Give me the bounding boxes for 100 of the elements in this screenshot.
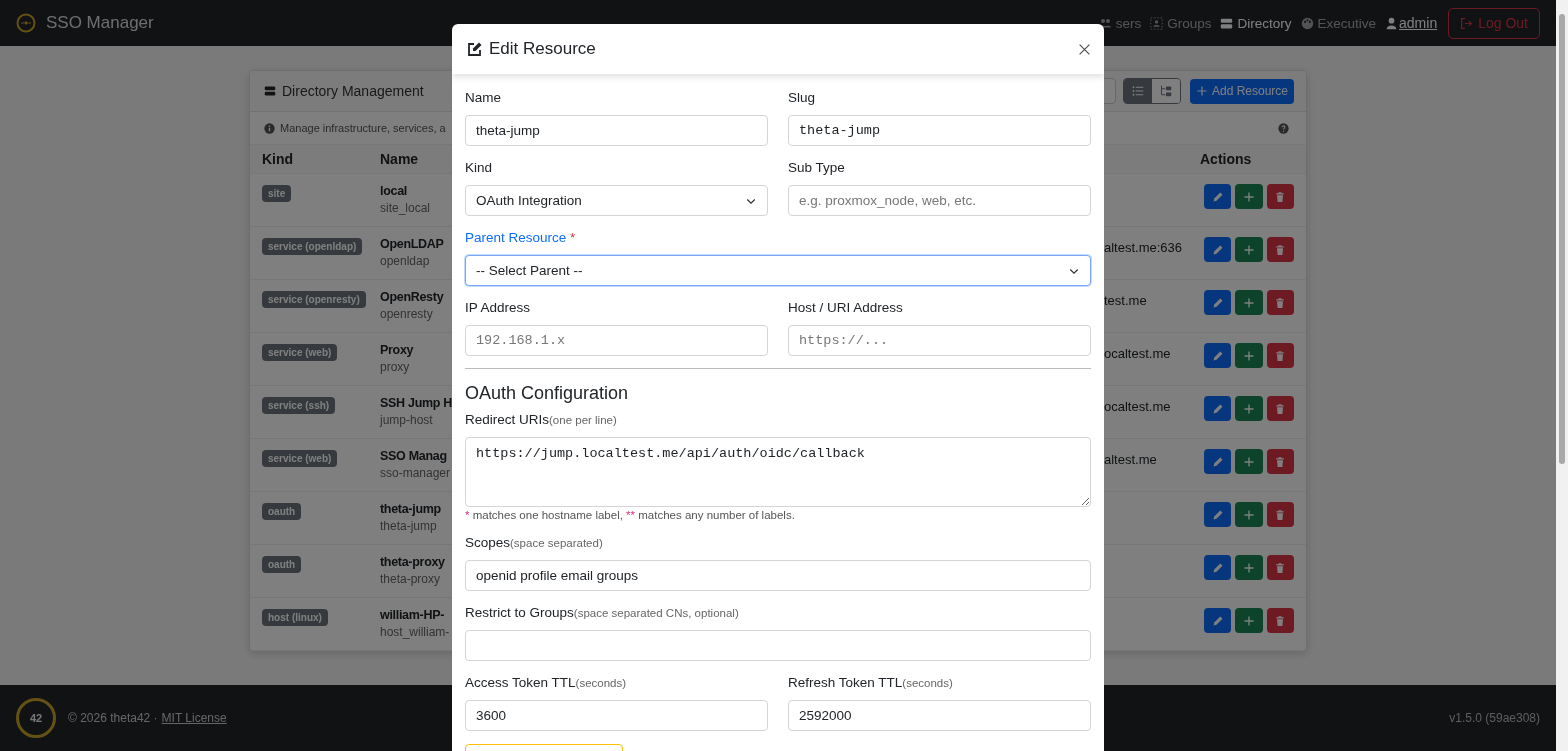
input-field[interactable]: theta-jump: [465, 115, 768, 146]
trash-icon: [1274, 243, 1287, 256]
add-child-button[interactable]: [1235, 608, 1263, 633]
field-label: Scopes(space separated): [465, 534, 603, 552]
server-icon: [264, 85, 276, 97]
trash-icon: [1274, 190, 1287, 203]
delete-button[interactable]: [1266, 502, 1294, 527]
resource-name: OpenResty: [380, 290, 444, 304]
plus-icon: [1243, 455, 1255, 468]
resource-slug: openresty: [380, 307, 433, 321]
resource-slug: theta-proxy: [380, 572, 441, 586]
input-field[interactable]: https://...: [788, 325, 1091, 356]
list-icon: [1131, 85, 1144, 97]
resource-slug: theta-jump: [380, 519, 437, 533]
delete-button[interactable]: [1266, 237, 1294, 262]
select-field[interactable]: -- Select Parent --: [465, 255, 1091, 286]
nav-link[interactable]: Groups: [1150, 15, 1212, 31]
column-header: Kind: [262, 151, 295, 167]
plus-icon: [1243, 190, 1255, 203]
delete-button[interactable]: [1266, 290, 1294, 315]
edit-icon: [467, 41, 483, 57]
footer-logo: 42: [16, 698, 56, 738]
resource-name: OpenLDAP: [380, 237, 444, 251]
trash-icon: [1274, 455, 1287, 468]
dialog-title: Edit Resource: [489, 39, 596, 59]
plus-icon: [1243, 296, 1255, 309]
column-header: Name: [380, 151, 420, 167]
kind-badge: host (linux): [262, 609, 328, 626]
plus-icon: [1243, 561, 1255, 574]
input-field[interactable]: openid profile email groups: [465, 560, 1091, 591]
edit-button[interactable]: [1204, 343, 1232, 368]
delete-button[interactable]: [1266, 555, 1294, 580]
add-resource-button[interactable]: Add Resource: [1189, 78, 1294, 104]
edit-button[interactable]: [1204, 237, 1232, 262]
resource-name: Proxy: [380, 343, 414, 357]
input-field[interactable]: 192.168.1.x: [465, 325, 768, 356]
input-field[interactable]: 2592000: [788, 700, 1091, 731]
close-icon[interactable]: [1078, 42, 1091, 56]
pencil-icon: [1211, 190, 1224, 203]
logout-icon: [1460, 16, 1474, 30]
field-label: Restrict to Groups(space separated CNs, optional): [465, 604, 739, 622]
select-field[interactable]: OAuth Integration: [465, 185, 768, 216]
copyright-text: © 2026 theta42 ·: [68, 711, 158, 725]
license-link[interactable]: MIT License: [161, 711, 227, 725]
edit-button[interactable]: [1204, 290, 1232, 315]
add-child-button[interactable]: [1235, 290, 1263, 315]
pencil-icon: [1211, 561, 1224, 574]
info-icon: [264, 122, 275, 134]
address-text: altest.me:636: [1104, 239, 1184, 255]
add-child-button[interactable]: [1235, 502, 1263, 527]
view-toggle-button[interactable]: [1123, 79, 1152, 103]
add-child-button[interactable]: [1235, 237, 1263, 262]
brand-name[interactable]: SSO Manager: [46, 13, 154, 33]
delete-button[interactable]: [1266, 184, 1294, 209]
edit-button[interactable]: [1204, 502, 1232, 527]
resource-name: local: [380, 184, 407, 198]
help-text: * matches one hostname label, ** matches any number of labels.: [465, 509, 796, 521]
edit-button[interactable]: [1204, 608, 1232, 633]
trash-icon: [1274, 561, 1287, 574]
plus-icon: [1243, 349, 1255, 362]
kind-badge: site: [262, 185, 292, 202]
nav-link[interactable]: Executive: [1300, 15, 1377, 31]
pencil-icon: [1211, 349, 1224, 362]
add-child-button[interactable]: [1235, 449, 1263, 474]
add-child-button[interactable]: [1235, 343, 1263, 368]
pencil-icon: [1211, 402, 1224, 415]
field-label: Kind: [465, 159, 493, 177]
edit-button[interactable]: [1204, 449, 1232, 474]
nav-link[interactable]: sers: [1098, 15, 1142, 31]
kind-badge: service (openldap): [262, 238, 363, 255]
field-label: Sub Type: [788, 159, 845, 177]
edit-button[interactable]: [1204, 396, 1232, 421]
kind-badge: service (openresty): [262, 291, 366, 308]
input-field[interactable]: e.g. proxmox_node, web, etc.: [788, 185, 1091, 216]
resource-slug: sso-manager: [380, 466, 451, 480]
delete-button[interactable]: [1266, 396, 1294, 421]
pencil-icon: [1211, 508, 1224, 521]
input-field[interactable]: theta-jump: [788, 115, 1091, 146]
server-icon: [1220, 16, 1234, 30]
edit-button[interactable]: [1204, 184, 1232, 209]
edit-button[interactable]: [1204, 555, 1232, 580]
scrollbar[interactable]: [1556, 0, 1568, 751]
add-child-button[interactable]: [1235, 396, 1263, 421]
delete-button[interactable]: [1266, 608, 1294, 633]
nav-link[interactable]: Directory: [1220, 15, 1292, 31]
add-child-button[interactable]: [1235, 184, 1263, 209]
trash-icon: [1274, 508, 1287, 521]
text-area[interactable]: https://jump.localtest.me/api/auth/oidc/callback: [465, 437, 1091, 507]
delete-button[interactable]: [1266, 449, 1294, 474]
user-link[interactable]: admin: [1399, 15, 1438, 31]
resource-name: theta-jump: [380, 502, 441, 516]
tree-icon: [1159, 85, 1172, 97]
input-field[interactable]: 3600: [465, 700, 768, 731]
delete-button[interactable]: [1266, 343, 1294, 368]
kind-badge: service (web): [262, 344, 338, 361]
field-label: Access Token TTL(seconds): [465, 674, 627, 692]
resource-slug: jump-host: [380, 413, 433, 427]
add-child-button[interactable]: [1235, 555, 1263, 580]
input-field[interactable]: [465, 630, 1091, 661]
trash-icon: [1274, 349, 1287, 362]
